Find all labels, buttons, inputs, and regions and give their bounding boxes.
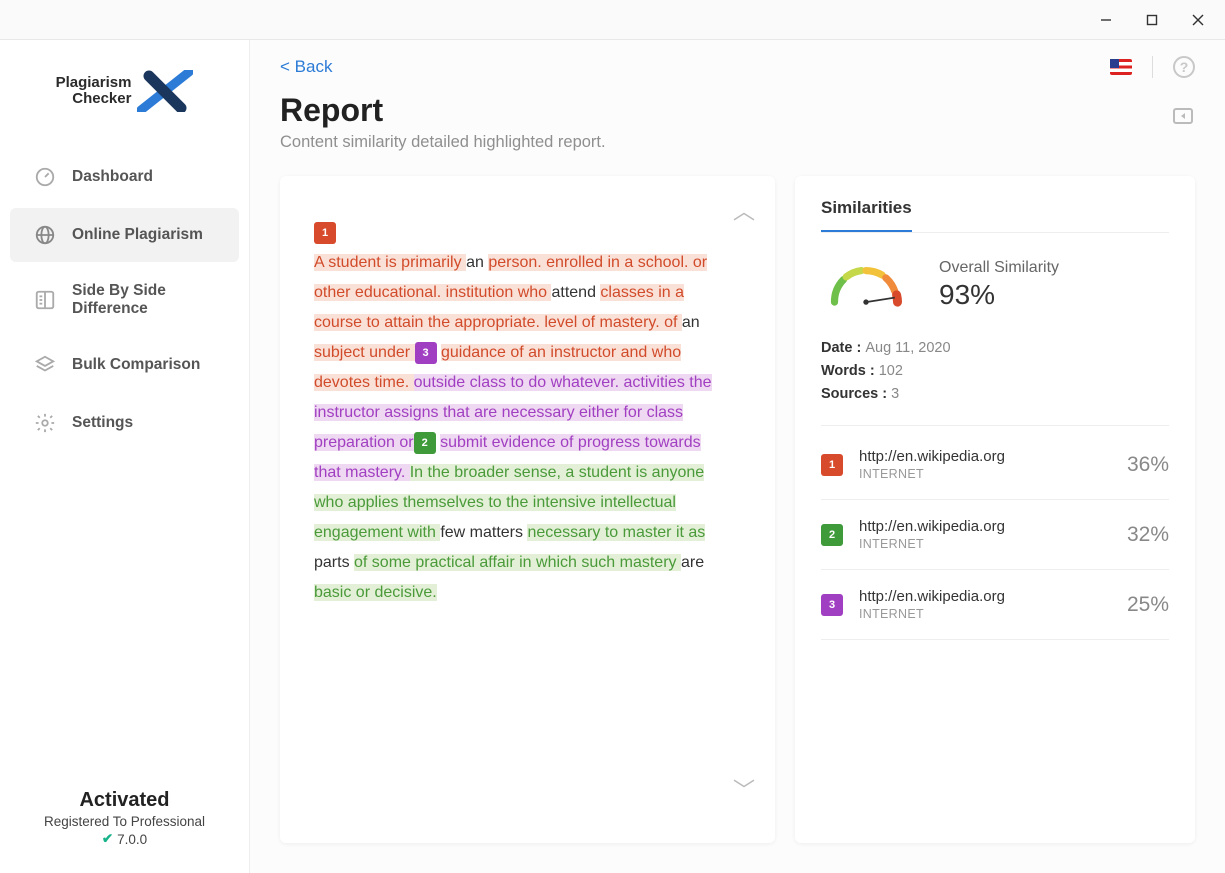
titlebar bbox=[0, 0, 1225, 40]
meta-date-value: Aug 11, 2020 bbox=[865, 340, 950, 356]
sources-list: 1 http://en.wikipedia.org INTERNET 36% 2 http… bbox=[821, 430, 1169, 640]
sidebar-item-label: Side By Side Difference bbox=[72, 282, 215, 318]
minimize-button[interactable] bbox=[1083, 1, 1129, 39]
back-link[interactable]: < Back bbox=[280, 57, 332, 77]
meta-words-value: 102 bbox=[879, 363, 903, 379]
layers-icon bbox=[34, 354, 56, 376]
source-badge-2: 2 bbox=[414, 432, 436, 454]
logo-line1: Plagiarism bbox=[56, 75, 132, 92]
page-header: Report Content similarity detailed highl… bbox=[250, 92, 1225, 176]
similarities-panel: Similarities bbox=[795, 176, 1195, 843]
source-type: INTERNET bbox=[859, 607, 1111, 621]
source-badge: 3 bbox=[821, 594, 843, 616]
sidebar-item-dashboard[interactable]: Dashboard bbox=[10, 150, 239, 204]
divider bbox=[1152, 56, 1153, 78]
report-meta: Date : Aug 11, 2020 Words : 102 Sources … bbox=[821, 340, 1169, 426]
overall-similarity-row: Overall Similarity 93% bbox=[821, 256, 1169, 314]
check-icon: ✔ bbox=[102, 831, 113, 847]
source-type: INTERNET bbox=[859, 467, 1111, 481]
source-url: http://en.wikipedia.org bbox=[859, 448, 1111, 465]
source-info: http://en.wikipedia.org INTERNET bbox=[859, 588, 1111, 621]
source-percentage: 32% bbox=[1127, 523, 1169, 547]
source-badge-1: 1 bbox=[314, 222, 336, 244]
source-info: http://en.wikipedia.org INTERNET bbox=[859, 518, 1111, 551]
sidebar-footer: Activated Registered To Professional ✔7.… bbox=[0, 775, 249, 873]
overall-label: Overall Similarity bbox=[939, 259, 1059, 277]
source-item[interactable]: 1 http://en.wikipedia.org INTERNET 36% bbox=[821, 430, 1169, 500]
logo: Plagiarism Checker bbox=[0, 40, 249, 136]
content-topbar: < Back ? bbox=[250, 40, 1225, 92]
export-icon[interactable] bbox=[1171, 104, 1195, 128]
registration-text: Registered To Professional bbox=[0, 814, 249, 829]
page-title: Report bbox=[280, 92, 606, 129]
content-area: < Back ? Report Content similarity detai… bbox=[250, 40, 1225, 873]
sidebar-item-settings[interactable]: Settings bbox=[10, 396, 239, 450]
gauge-icon bbox=[34, 166, 56, 188]
overall-value: 93% bbox=[939, 279, 1059, 311]
topbar-icons: ? bbox=[1110, 56, 1195, 78]
source-url: http://en.wikipedia.org bbox=[859, 588, 1111, 605]
gear-icon bbox=[34, 412, 56, 434]
maximize-button[interactable] bbox=[1129, 1, 1175, 39]
page-subtitle: Content similarity detailed highlighted … bbox=[280, 133, 606, 152]
columns-icon bbox=[34, 289, 56, 311]
sidebar-item-side-by-side[interactable]: Side By Side Difference bbox=[10, 266, 239, 334]
source-type: INTERNET bbox=[859, 537, 1111, 551]
sidebar-item-label: Online Plagiarism bbox=[72, 226, 203, 244]
help-icon[interactable]: ? bbox=[1173, 56, 1195, 78]
source-badge: 2 bbox=[821, 524, 843, 546]
sidebar-item-label: Settings bbox=[72, 414, 133, 432]
sidebar-item-online-plagiarism[interactable]: Online Plagiarism bbox=[10, 208, 239, 262]
similarities-title: Similarities bbox=[821, 198, 912, 233]
source-url: http://en.wikipedia.org bbox=[859, 518, 1111, 535]
version-text: ✔7.0.0 bbox=[0, 831, 249, 847]
report-text-panel: ︿ 1 A student is primarily an person. en… bbox=[280, 176, 775, 843]
logo-x-icon bbox=[137, 70, 193, 112]
meta-words-label: Words : bbox=[821, 363, 879, 379]
sidebar: Plagiarism Checker Dashboard Online Plag… bbox=[0, 40, 250, 873]
sidebar-item-bulk-comparison[interactable]: Bulk Comparison bbox=[10, 338, 239, 392]
source-info: http://en.wikipedia.org INTERNET bbox=[859, 448, 1111, 481]
sidebar-item-label: Bulk Comparison bbox=[72, 356, 200, 374]
logo-line2: Checker bbox=[56, 91, 132, 108]
source-badge-3: 3 bbox=[415, 342, 437, 364]
scroll-down-button[interactable]: ﹀ bbox=[733, 773, 755, 805]
highlighted-text: 1 A student is primarily an person. enro… bbox=[314, 218, 729, 608]
meta-sources-value: 3 bbox=[891, 386, 899, 402]
gauge-icon bbox=[821, 256, 911, 314]
globe-icon bbox=[34, 224, 56, 246]
activation-status: Activated bbox=[0, 789, 249, 812]
source-item[interactable]: 2 http://en.wikipedia.org INTERNET 32% bbox=[821, 500, 1169, 570]
source-percentage: 36% bbox=[1127, 453, 1169, 477]
sidebar-item-label: Dashboard bbox=[72, 168, 153, 186]
scroll-up-button[interactable]: ︿ bbox=[733, 194, 755, 226]
source-item[interactable]: 3 http://en.wikipedia.org INTERNET 25% bbox=[821, 570, 1169, 640]
sidebar-nav: Dashboard Online Plagiarism Side By Side… bbox=[0, 146, 249, 775]
source-badge: 1 bbox=[821, 454, 843, 476]
meta-sources-label: Sources : bbox=[821, 386, 891, 402]
close-button[interactable] bbox=[1175, 1, 1221, 39]
source-percentage: 25% bbox=[1127, 593, 1169, 617]
flag-icon[interactable] bbox=[1110, 59, 1132, 75]
meta-date-label: Date : bbox=[821, 340, 865, 356]
